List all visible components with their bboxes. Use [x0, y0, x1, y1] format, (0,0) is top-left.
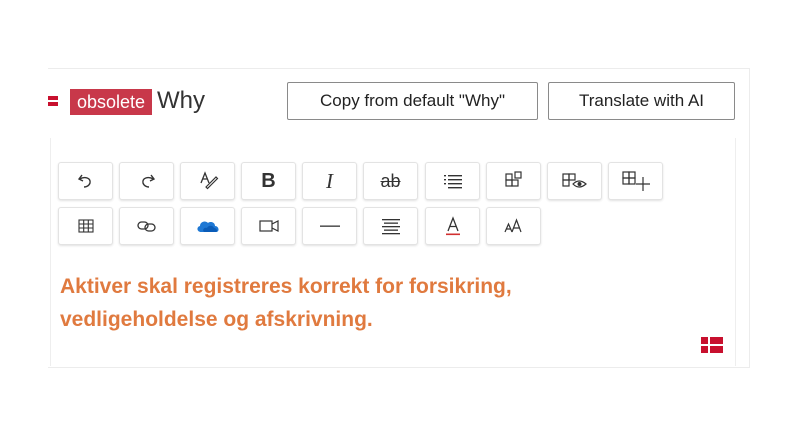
insert-block-icon — [504, 171, 522, 187]
bold-icon: B — [261, 169, 276, 192]
preview-block-icon — [561, 173, 587, 188]
content-line: vedligeholdelse og afskrivning. — [60, 308, 373, 331]
link-button[interactable] — [119, 207, 174, 245]
spellcheck-button[interactable] — [180, 162, 235, 200]
redo-icon — [141, 174, 155, 188]
bullet-list-button[interactable] — [425, 162, 480, 200]
field-title: Why — [157, 87, 205, 114]
add-block-icon — [621, 171, 650, 191]
align-button[interactable] — [363, 207, 418, 245]
table-button[interactable] — [58, 207, 113, 245]
font-size-button[interactable] — [486, 207, 541, 245]
video-icon — [258, 220, 279, 232]
align-icon — [381, 219, 400, 235]
onedrive-icon — [196, 221, 219, 232]
font-color-icon — [445, 216, 460, 236]
bullet-list-icon — [443, 175, 462, 189]
bold-button[interactable]: B — [241, 162, 296, 200]
strikethrough-icon: ab — [380, 170, 401, 191]
onedrive-button[interactable] — [180, 207, 235, 245]
redo-button[interactable] — [119, 162, 174, 200]
translate-with-ai-button[interactable]: Translate with AI — [548, 82, 735, 120]
content-line: Aktiver skal registreres korrekt for for… — [60, 275, 512, 298]
undo-button[interactable] — [58, 162, 113, 200]
link-icon — [136, 221, 156, 232]
italic-button[interactable]: I — [302, 162, 357, 200]
spellcheck-icon — [199, 171, 218, 190]
font-color-button[interactable] — [425, 207, 480, 245]
strikethrough-button[interactable]: ab — [363, 162, 418, 200]
horizontal-rule-button[interactable] — [302, 207, 357, 245]
obsolete-badge: obsolete — [70, 89, 152, 115]
table-icon — [77, 219, 94, 233]
copy-from-default-button[interactable]: Copy from default "Why" — [287, 82, 538, 120]
preview-block-button[interactable] — [547, 162, 602, 200]
danish-flag-icon — [701, 337, 723, 353]
font-size-icon — [503, 218, 522, 233]
insert-block-button[interactable] — [486, 162, 541, 200]
video-button[interactable] — [241, 207, 296, 245]
italic-icon: I — [326, 168, 333, 193]
undo-icon — [77, 174, 91, 188]
add-block-button[interactable] — [608, 162, 663, 200]
language-flag-marker-icon — [48, 96, 58, 106]
editor-content[interactable]: Aktiver skal registreres korrekt for for… — [60, 270, 620, 336]
horizontal-rule-icon — [319, 225, 340, 227]
